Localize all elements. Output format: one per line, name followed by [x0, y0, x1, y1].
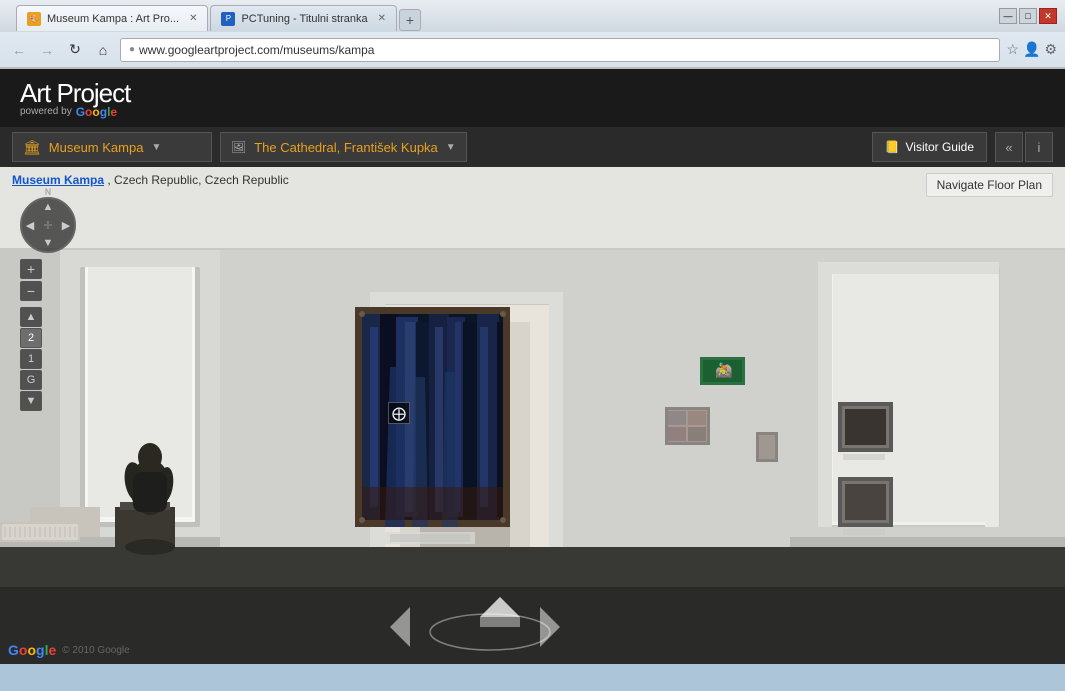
- museum-selector[interactable]: 🏛 Museum Kampa ▼: [12, 132, 212, 162]
- museum-scene: 🚵: [0, 167, 1065, 664]
- minimize-button[interactable]: —: [999, 8, 1017, 24]
- artwork-title: The Cathedral, František Kupka: [254, 140, 438, 155]
- museum-dropdown-arrow: ▼: [151, 142, 161, 153]
- tab-title-art: Museum Kampa : Art Pro...: [47, 13, 179, 25]
- guide-label: Visitor Guide: [906, 140, 974, 154]
- navigation-controls: N ▲ ◀ ✛ ▶ ▼ + − ▲ 2: [20, 197, 76, 411]
- tab-pctuning[interactable]: P PCTuning - Titulni stranka ✕: [210, 5, 397, 31]
- compass-n-arrow[interactable]: ▲: [39, 198, 57, 216]
- address-icons: ☆ 👤 ⚙: [1006, 41, 1057, 58]
- svg-text:🚵: 🚵: [715, 362, 732, 379]
- powered-by-text: powered by: [20, 106, 72, 117]
- tab-close-pc[interactable]: ✕: [378, 13, 386, 24]
- compass-s-arrow[interactable]: ▼: [39, 234, 57, 252]
- artwork-icon: 🖼: [231, 140, 246, 154]
- location-suffix: , Czech Republic, Czech Republic: [107, 173, 288, 187]
- info-button[interactable]: i: [1025, 132, 1053, 162]
- museum-name: Museum Kampa: [49, 140, 144, 155]
- maximize-button[interactable]: □: [1019, 8, 1037, 24]
- app-header: Art Project powered by Google: [0, 69, 1065, 127]
- bookmark-icon[interactable]: ☆: [1006, 41, 1019, 58]
- compass-e-arrow[interactable]: ▶: [57, 216, 75, 234]
- compass-w-arrow[interactable]: ◀: [21, 216, 39, 234]
- location-text: Museum Kampa , Czech Republic, Czech Rep…: [12, 173, 289, 187]
- zoom-crosshair-icon[interactable]: ⨁: [388, 402, 410, 424]
- zoom-out-button[interactable]: −: [20, 281, 42, 301]
- app-container: Art Project powered by Google 🏛 Museum K…: [0, 69, 1065, 664]
- artwork-selector[interactable]: 🖼 The Cathedral, František Kupka ▼: [220, 132, 467, 162]
- copyright-text: © 2010 Google: [62, 645, 129, 656]
- info-controls: « i: [995, 132, 1053, 162]
- tab-favicon-art: 🎨: [27, 12, 41, 26]
- url-input[interactable]: ● www.googleartproject.com/museums/kampa: [120, 38, 1000, 62]
- floor-controls: ▲ 2 1 G ▼: [20, 307, 76, 411]
- google-logo: Google: [76, 105, 117, 119]
- forward-button[interactable]: →: [36, 39, 58, 61]
- window-controls: — □ ✕: [999, 8, 1057, 24]
- tab-art-project[interactable]: 🎨 Museum Kampa : Art Pro... ✕: [16, 5, 208, 31]
- home-button[interactable]: ⌂: [92, 39, 114, 61]
- compass-n-label: N: [45, 187, 52, 197]
- floor-up-button[interactable]: ▲: [20, 307, 42, 327]
- compass-nw: [21, 198, 39, 216]
- url-text: www.googleartproject.com/museums/kampa: [139, 43, 374, 57]
- new-tab-button[interactable]: +: [399, 9, 421, 31]
- tab-close-art[interactable]: ✕: [189, 13, 197, 24]
- google-logo-small: Google: [8, 642, 56, 658]
- floor-g-button[interactable]: G: [20, 370, 42, 390]
- floor-plan-button[interactable]: Navigate Floor Plan: [926, 173, 1053, 197]
- guide-icon: 📒: [885, 140, 900, 154]
- artwork-zoom-control[interactable]: ⨁: [388, 402, 410, 424]
- address-bar: ← → ↻ ⌂ ● www.googleartproject.com/museu…: [0, 32, 1065, 68]
- google-branding: Google © 2010 Google: [8, 642, 130, 658]
- floor-2-button[interactable]: 2: [20, 328, 42, 348]
- app-logo: Art Project powered by Google: [20, 78, 130, 119]
- museum-icon: 🏛: [23, 139, 41, 156]
- collapse-button[interactable]: «: [995, 132, 1023, 162]
- main-viewport: 🚵: [0, 167, 1065, 664]
- close-button[interactable]: ✕: [1039, 8, 1057, 24]
- tab-title-pc: PCTuning - Titulni stranka: [241, 13, 367, 25]
- tabs-bar: 🎨 Museum Kampa : Art Pro... ✕ P PCTuning…: [8, 1, 429, 31]
- settings-icon[interactable]: ⚙: [1044, 41, 1057, 58]
- floor-down-button[interactable]: ▼: [20, 391, 42, 411]
- location-bar: Museum Kampa , Czech Republic, Czech Rep…: [0, 167, 1065, 203]
- zoom-in-button[interactable]: +: [20, 259, 42, 279]
- floor-1-button[interactable]: 1: [20, 349, 42, 369]
- nav-bar: 🏛 Museum Kampa ▼ 🖼 The Cathedral, Franti…: [0, 127, 1065, 167]
- compass-ne: [57, 198, 75, 216]
- back-button[interactable]: ←: [8, 39, 30, 61]
- compass-control[interactable]: N ▲ ◀ ✛ ▶ ▼: [20, 197, 76, 253]
- museum-link[interactable]: Museum Kampa: [12, 173, 104, 187]
- artwork-dropdown-arrow: ▼: [446, 142, 456, 153]
- compass-sw: [21, 234, 39, 252]
- lock-icon: ●: [129, 44, 135, 55]
- tab-favicon-pc: P: [221, 12, 235, 26]
- visitor-guide-button[interactable]: 📒 Visitor Guide: [872, 132, 987, 162]
- browser-chrome: 🎨 Museum Kampa : Art Pro... ✕ P PCTuning…: [0, 0, 1065, 69]
- logo-subtitle: powered by Google: [20, 105, 130, 119]
- compass-center[interactable]: ✛: [39, 216, 57, 234]
- compass-se: [57, 234, 75, 252]
- user-icon[interactable]: 👤: [1023, 41, 1040, 58]
- compass-arrows: ▲ ◀ ✛ ▶ ▼: [21, 198, 75, 252]
- zoom-controls: + −: [20, 259, 76, 301]
- reload-button[interactable]: ↻: [64, 39, 86, 61]
- title-bar: 🎨 Museum Kampa : Art Pro... ✕ P PCTuning…: [0, 0, 1065, 32]
